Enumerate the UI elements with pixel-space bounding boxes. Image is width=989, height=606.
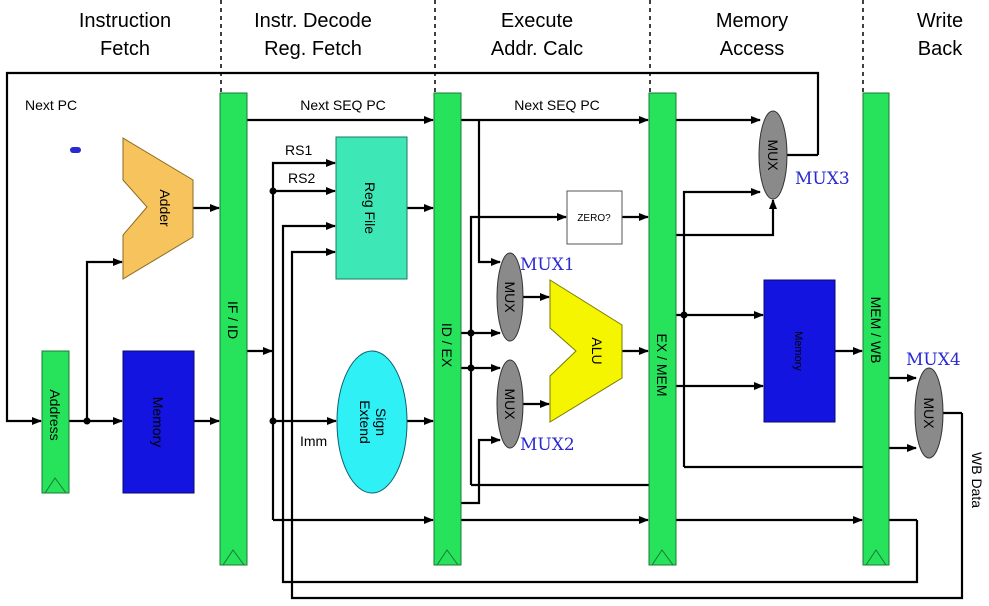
sign-extend: Sign Extend xyxy=(336,350,408,494)
stage-if-title: Instruction xyxy=(79,10,171,32)
stage-mem-title: Memory xyxy=(716,10,788,32)
mux4-name: MUX4 xyxy=(906,350,961,370)
id-ex-register: ID / EX xyxy=(433,92,462,566)
rs2-label: RS2 xyxy=(288,170,315,186)
junction-dot xyxy=(467,364,475,372)
if-id-register: IF / ID xyxy=(219,92,248,566)
ex-mem-label: EX / MEM xyxy=(654,333,670,396)
mux4-label: MUX xyxy=(921,397,937,429)
ex-mem-register: EX / MEM xyxy=(648,92,677,566)
adder-label: Adder xyxy=(157,189,173,227)
junction-dot xyxy=(680,311,688,319)
instruction-memory: Memory xyxy=(122,350,195,494)
if-id-label: IF / ID xyxy=(225,301,241,339)
reg-file: Reg File xyxy=(335,136,408,280)
junction-dot xyxy=(269,187,277,195)
adder: Adder xyxy=(122,137,194,280)
reg-file-label: Reg File xyxy=(362,182,378,234)
junction-dot xyxy=(269,417,277,425)
data-memory-label: Memory xyxy=(792,331,804,371)
next-seq-pc-label-id: Next SEQ PC xyxy=(300,97,386,113)
instruction-memory-label: Memory xyxy=(150,397,166,448)
stage-wb-subtitle: Back xyxy=(918,38,963,60)
sign-extend-label-1: Sign xyxy=(373,408,389,436)
sign-extend-label-2: Extend xyxy=(357,400,373,444)
data-memory: Memory xyxy=(763,279,836,423)
mux3-name: MUX3 xyxy=(795,169,850,189)
stage-wb-title: Write xyxy=(917,10,963,32)
mux3-label: MUX xyxy=(765,139,781,171)
stage-ex-title: Execute xyxy=(501,10,573,32)
wb-data-label: WB Data xyxy=(969,452,985,508)
mem-wb-register: MEM / WB xyxy=(862,92,890,566)
imm-label: Imm xyxy=(300,433,327,449)
address-register: Address xyxy=(41,350,70,494)
mem-wb-label: MEM / WB xyxy=(868,297,884,364)
mux2-label: MUX xyxy=(502,388,518,420)
pipeline-diagram: Instruction Fetch Instr. Decode Reg. Fet… xyxy=(5,0,985,600)
next-seq-pc-label-ex: Next SEQ PC xyxy=(514,97,600,113)
stage-id-subtitle: Reg. Fetch xyxy=(264,38,362,60)
next-pc-label: Next PC xyxy=(25,97,77,113)
zero-check: ZERO? xyxy=(566,190,623,245)
address-label: Address xyxy=(47,389,63,440)
stage-if-subtitle: Fetch xyxy=(100,38,150,60)
mux1-label: MUX xyxy=(502,281,518,313)
stage-mem-subtitle: Access xyxy=(720,38,784,60)
mux3: MUX xyxy=(758,110,788,200)
blue-dot-marker xyxy=(70,147,81,153)
stage-headers: Instruction Fetch Instr. Decode Reg. Fet… xyxy=(79,0,963,93)
alu-label: ALU xyxy=(589,337,605,364)
alu: ALU xyxy=(549,279,623,423)
stage-id-title: Instr. Decode xyxy=(254,10,372,32)
mux2-name: MUX2 xyxy=(520,435,575,455)
zero-label: ZERO? xyxy=(577,213,611,224)
mux4: MUX xyxy=(914,367,944,459)
stage-ex-subtitle: Addr. Calc xyxy=(491,38,583,60)
mux1-name: MUX1 xyxy=(520,255,575,275)
id-ex-label: ID / EX xyxy=(439,323,455,368)
junction-dot xyxy=(467,329,475,337)
junction-dot xyxy=(83,417,91,425)
rs1-label: RS1 xyxy=(285,142,312,158)
